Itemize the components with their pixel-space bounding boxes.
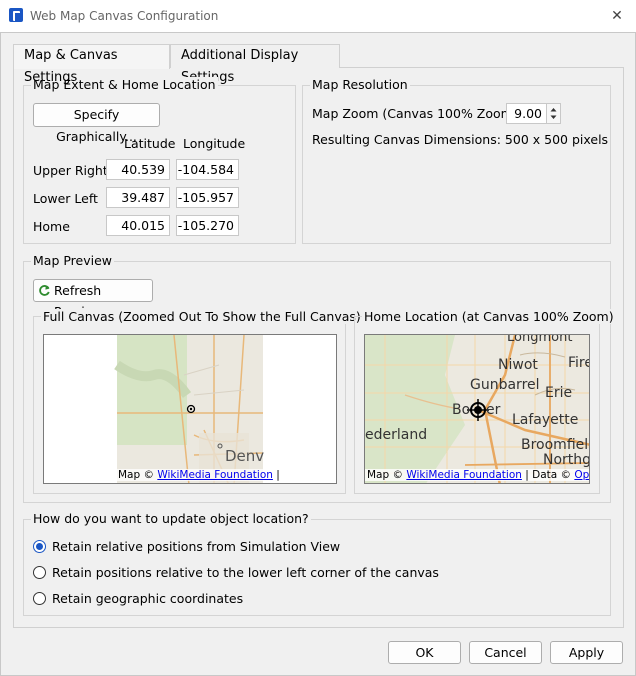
option-retain-geographic-label[interactable]: Retain geographic coordinates	[52, 591, 243, 606]
update-location-group-label: How do you want to update object locatio…	[31, 511, 311, 526]
map-place-niwot: Niwot	[498, 357, 538, 373]
map-place-erie: Erie	[545, 385, 573, 401]
lower-left-label: Lower Left	[33, 191, 98, 206]
map-place-fire: Fire	[568, 355, 589, 371]
refresh-preview-button[interactable]: Refresh Preview	[33, 279, 153, 319]
home-latitude-field[interactable]: 40.015	[106, 215, 170, 236]
ok-button[interactable]: OK	[388, 641, 461, 664]
window-title: Web Map Canvas Configuration	[30, 9, 219, 23]
map-place-nederland: ederland	[365, 427, 428, 443]
home-map-data-link[interactable]: OpenSt	[574, 469, 589, 481]
home-location-map[interactable]: Longmont Niwot Fire Gunbarrel Erie Bo er…	[364, 334, 590, 484]
close-button[interactable]: ✕	[606, 6, 628, 26]
home-label: Home	[33, 219, 70, 234]
full-canvas-map[interactable]: Denv Map © WikiMedia Foundation |	[43, 334, 337, 484]
map-place-broomfield: Broomfield	[521, 437, 590, 453]
map-place-longmont: Longmont	[507, 334, 573, 345]
map-place-boulder-a: Bo	[452, 402, 471, 418]
radio-retain-geographic[interactable]	[33, 592, 46, 605]
latitude-column-header: Latitude	[124, 136, 176, 151]
map-preview-group-label: Map Preview	[31, 253, 115, 268]
home-map-attribution: Map © WikiMedia Foundation | Data © Open…	[365, 469, 589, 481]
upper-right-latitude-field[interactable]: 40.539	[106, 159, 170, 180]
radio-retain-lower-left[interactable]	[33, 566, 46, 579]
full-canvas-group-label: Full Canvas (Zoomed Out To Show the Full…	[41, 309, 363, 324]
map-resolution-group-label: Map Resolution	[310, 77, 410, 92]
app-logo-icon	[9, 8, 23, 22]
specify-graphically-button[interactable]: Specify Graphically...	[33, 103, 160, 144]
map-place-boulder-b: er	[486, 402, 501, 418]
refresh-icon	[39, 285, 50, 296]
full-map-attribution-link[interactable]: WikiMedia Foundation	[157, 469, 273, 481]
tab-map-canvas-settings[interactable]: Map & Canvas Settings	[13, 44, 170, 85]
longitude-column-header: Longitude	[183, 136, 246, 151]
option-retain-relative-positions-label[interactable]: Retain relative positions from Simulatio…	[52, 539, 340, 554]
upper-right-longitude-field[interactable]: -104.584	[176, 159, 239, 180]
map-place-northg: Northg	[543, 452, 590, 468]
radio-retain-relative-positions[interactable]	[33, 540, 46, 553]
lower-left-latitude-field[interactable]: 39.487	[106, 187, 170, 208]
home-longitude-field[interactable]: -105.270	[176, 215, 239, 236]
lower-left-longitude-field[interactable]: -105.957	[176, 187, 239, 208]
full-canvas-map-image	[114, 335, 264, 483]
map-zoom-label: Map Zoom (Canvas 100% Zoom)	[312, 106, 518, 121]
zoom-spinner-arrows[interactable]	[546, 104, 560, 123]
map-place-gunbarrel: Gunbarrel	[470, 377, 540, 393]
canvas-dimensions-text: Resulting Canvas Dimensions: 500 x 500 p…	[312, 132, 609, 147]
tab-additional-display-settings[interactable]: Additional Display Settings	[170, 44, 340, 85]
full-map-attribution: Map © WikiMedia Foundation |	[116, 469, 282, 481]
spinner-arrows-icon	[550, 108, 557, 119]
apply-button[interactable]: Apply	[550, 641, 623, 664]
upper-right-label: Upper Right	[33, 163, 108, 178]
home-location-group-label: Home Location (at Canvas 100% Zoom)	[362, 309, 616, 324]
home-map-attribution-link[interactable]: WikiMedia Foundation	[406, 469, 522, 481]
full-map-city-label: Denv	[225, 447, 265, 465]
cancel-button[interactable]: Cancel	[469, 641, 542, 664]
option-retain-lower-left-label[interactable]: Retain positions relative to the lower l…	[52, 565, 439, 580]
map-place-lafayette: Lafayette	[512, 412, 579, 428]
